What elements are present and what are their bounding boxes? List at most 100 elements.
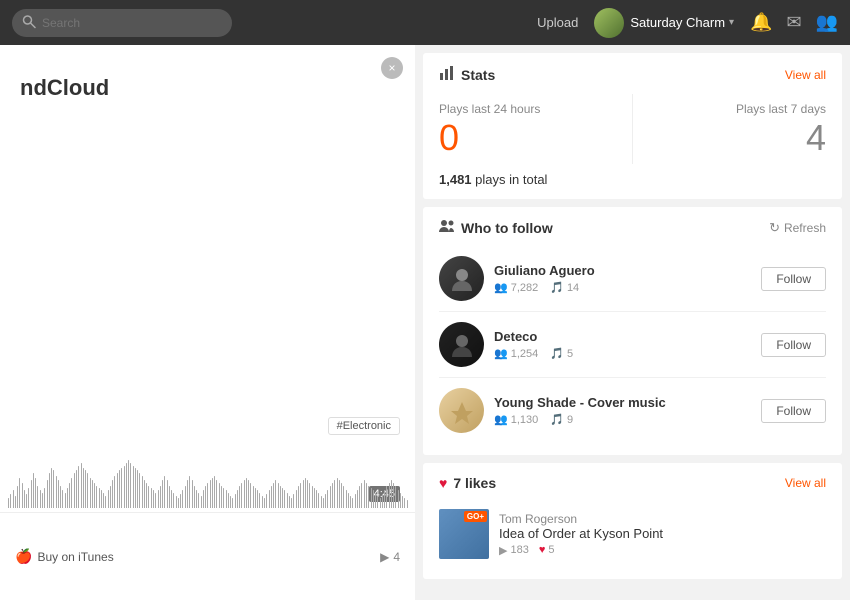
refresh-button[interactable]: ↻ Refresh (769, 220, 826, 236)
likes-title-0: Idea of Order at Kyson Point (499, 526, 826, 541)
likes-thumbnail: GO+ (439, 509, 489, 559)
tracks-count-2: 9 (567, 414, 573, 426)
stats-24h-cell: Plays last 24 hours 0 (439, 94, 633, 164)
nav-username[interactable]: Saturday Charm (630, 15, 725, 30)
play-icon: ▶ (380, 550, 389, 564)
player-area: ndCloud × #Electronic 4:45 🍎 Buy on iTun… (0, 45, 415, 600)
likes-label: 7 likes (453, 475, 496, 491)
tracks-2: 🎵 9 (550, 413, 573, 426)
tracks-icon-1: 🎵 (550, 347, 564, 360)
likes-info-0: Tom Rogerson Idea of Order at Kyson Poin… (499, 512, 826, 557)
likes-artist-0: Tom Rogerson (499, 512, 826, 526)
likes-meta-0: ▶ 183 ♥ 5 (499, 544, 826, 557)
likes-plays: ▶ 183 (499, 544, 529, 557)
follow-name-1: Deteco (494, 329, 751, 344)
avatar-youngshade (439, 388, 484, 433)
follow-meta-2: 👥 1,130 🎵 9 (494, 413, 751, 426)
top-nav: Upload Saturday Charm ▾ 🔔 ✉ 👥 (0, 0, 850, 45)
go-plus-badge: GO+ (464, 511, 487, 522)
likes-count: ♥ 5 (539, 544, 555, 557)
followers-icon-0: 👥 (494, 281, 508, 294)
right-panel: Stats View all Plays last 24 hours 0 Pla… (415, 45, 850, 600)
follow-title-label: Who to follow (461, 220, 553, 236)
plays-value: 4 (393, 550, 400, 564)
chevron-down-icon: ▾ (729, 17, 734, 28)
followers-icon-1: 👥 (494, 347, 508, 360)
tracks-count-1: 5 (567, 348, 573, 360)
stats-icon (439, 65, 455, 84)
followers-icon-2: 👥 (494, 413, 508, 426)
follow-info-2: Young Shade - Cover music 👥 1,130 🎵 9 (494, 395, 751, 426)
follow-meta-0: 👥 7,282 🎵 14 (494, 281, 751, 294)
stats-title: Stats (439, 65, 495, 84)
refresh-label: Refresh (784, 221, 826, 235)
tracks-icon-0: 🎵 (550, 281, 564, 294)
follow-header: Who to follow ↻ Refresh (439, 219, 826, 236)
follow-meta-1: 👥 1,254 🎵 5 (494, 347, 751, 360)
apple-icon: 🍎 (15, 548, 32, 565)
stats-24h-label: Plays last 24 hours (439, 102, 612, 116)
likes-section: ♥ 7 likes View all GO+ Tom Rogerson Idea… (423, 463, 842, 579)
followers-1: 👥 1,254 (494, 347, 538, 360)
follow-item: Young Shade - Cover music 👥 1,130 🎵 9 Fo… (439, 378, 826, 443)
main-layout: ndCloud × #Electronic 4:45 🍎 Buy on iTun… (0, 45, 850, 600)
follow-item: Deteco 👥 1,254 🎵 5 Follow (439, 312, 826, 378)
player-bottom: 🍎 Buy on iTunes ▶ 4 (0, 512, 415, 600)
follow-icon (439, 219, 455, 236)
stats-24h-value: 0 (439, 120, 612, 156)
stats-total: 1,481 plays in total (439, 172, 826, 187)
follow-name-0: Giuliano Aguero (494, 263, 751, 278)
tracks-count-0: 14 (567, 282, 579, 294)
message-icon[interactable]: ✉ (786, 12, 801, 33)
notification-icon[interactable]: 🔔 (750, 12, 772, 33)
likes-header: ♥ 7 likes View all (439, 475, 826, 491)
followers-count-1: 1,254 (511, 348, 539, 360)
follow-button-0[interactable]: Follow (761, 267, 826, 291)
follow-title: Who to follow (439, 219, 553, 236)
follow-section: Who to follow ↻ Refresh Giuliano Aguero (423, 207, 842, 455)
close-button[interactable]: × (381, 57, 403, 79)
itunes-label: Buy on iTunes (37, 550, 113, 564)
stats-view-all-link[interactable]: View all (785, 68, 826, 82)
likes-view-all-link[interactable]: View all (785, 476, 826, 490)
refresh-icon: ↻ (769, 220, 780, 236)
follow-info-0: Giuliano Aguero 👥 7,282 🎵 14 (494, 263, 751, 294)
waveform (0, 433, 415, 508)
followers-0: 👥 7,282 (494, 281, 538, 294)
search-wrap (12, 9, 232, 37)
left-panel: ndCloud × #Electronic 4:45 🍎 Buy on iTun… (0, 45, 415, 600)
followers-count-0: 7,282 (511, 282, 539, 294)
stats-7d-cell: Plays last 7 days 4 (633, 94, 826, 164)
stats-total-label: plays in total (475, 172, 547, 187)
heart-icon-likes: ♥ (539, 544, 546, 556)
heart-icon: ♥ (439, 475, 447, 491)
search-input[interactable] (12, 9, 232, 37)
follow-name-2: Young Shade - Cover music (494, 395, 751, 410)
plays-count: ▶ 4 (380, 550, 400, 564)
branding-text: ndCloud (0, 45, 415, 111)
stats-section: Stats View all Plays last 24 hours 0 Pla… (423, 53, 842, 199)
follow-item: Giuliano Aguero 👥 7,282 🎵 14 Follow (439, 246, 826, 312)
stats-7d-label: Plays last 7 days (653, 102, 826, 116)
upload-link[interactable]: Upload (537, 15, 578, 30)
follow-info-1: Deteco 👥 1,254 🎵 5 (494, 329, 751, 360)
stats-7d-value: 4 (653, 120, 826, 156)
likes-heart-count: 5 (548, 544, 554, 556)
people-icon[interactable]: 👥 (816, 12, 838, 33)
avatar-giuliano (439, 256, 484, 301)
stats-header: Stats View all (439, 65, 826, 84)
tracks-0: 🎵 14 (550, 281, 579, 294)
tracks-icon-2: 🎵 (550, 413, 564, 426)
stats-total-value: 1,481 (439, 172, 472, 187)
stats-label: Stats (461, 67, 495, 83)
likes-plays-count: 183 (510, 544, 528, 556)
follow-button-1[interactable]: Follow (761, 333, 826, 357)
follow-button-2[interactable]: Follow (761, 399, 826, 423)
followers-count-2: 1,130 (511, 414, 539, 426)
stats-grid: Plays last 24 hours 0 Plays last 7 days … (439, 94, 826, 164)
avatar (594, 8, 624, 38)
likes-item: GO+ Tom Rogerson Idea of Order at Kyson … (439, 501, 826, 567)
followers-2: 👥 1,130 (494, 413, 538, 426)
avatar-deteco (439, 322, 484, 367)
itunes-button[interactable]: 🍎 Buy on iTunes (15, 548, 114, 565)
